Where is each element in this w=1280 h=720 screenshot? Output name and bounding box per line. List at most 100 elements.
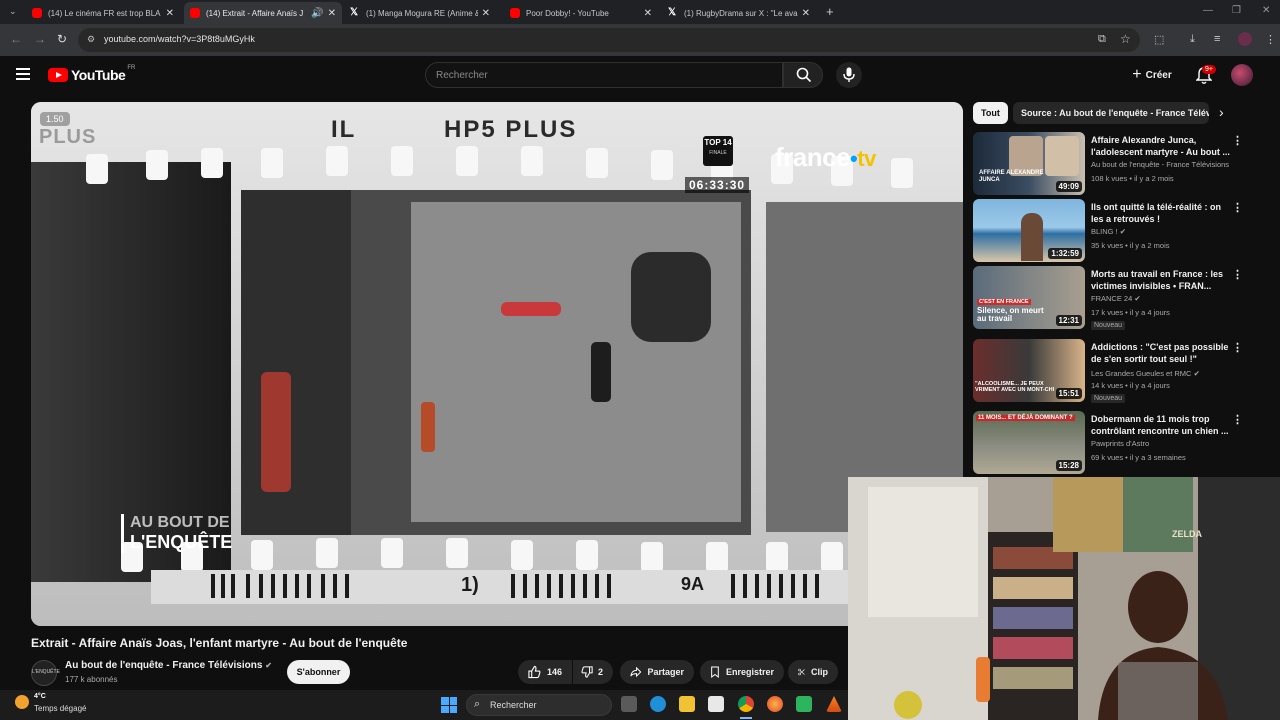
video-title[interactable]: Ils ont quitté la télé-réalité : on les … xyxy=(1091,201,1231,225)
channel-name-text[interactable]: Au bout de l'enquête - France Télévision… xyxy=(65,660,262,671)
video-title[interactable]: Addictions : "C'est pas possible de s'en… xyxy=(1091,341,1231,365)
bookmark-star-icon[interactable]: ☆ xyxy=(1120,32,1131,46)
tab-title: Poor Dobby! - YouTube xyxy=(526,8,609,18)
share-button[interactable]: Partager xyxy=(620,660,694,684)
taskbar-search-input[interactable]: ⌕ Rechercher xyxy=(466,694,612,716)
video-thumbnail[interactable]: "ALCOOLISME... JE PEUX VRIMENT AVEC UN M… xyxy=(973,339,1085,402)
browser-menu-icon[interactable]: ⋮ xyxy=(1265,33,1276,46)
search-input[interactable]: Rechercher xyxy=(425,62,783,88)
speaker-icon[interactable]: 🔊 xyxy=(311,8,323,19)
back-arrow-icon[interactable]: ← xyxy=(10,32,22,46)
more-options-icon[interactable]: ⋮ xyxy=(1232,201,1243,214)
browser-tab-2[interactable]: (14) Extrait - Affaire Anaïs J 🔊 ✕ xyxy=(184,2,342,24)
channel-name[interactable]: Pawprints d'Astro xyxy=(1091,439,1149,448)
close-icon[interactable]: ✕ xyxy=(482,8,490,19)
film-text: IL xyxy=(331,116,357,143)
video-thumbnail[interactable]: 1:32:59 xyxy=(973,199,1085,262)
video-meta: 35 k vues • il y a 2 mois xyxy=(1091,241,1170,250)
thumbs-down-icon xyxy=(581,666,593,678)
recommended-video[interactable]: C'EST EN FRANCE Silence, on meurt au tra… xyxy=(973,266,1273,332)
clip-button[interactable]: Clip xyxy=(788,660,838,684)
more-options-icon[interactable]: ⋮ xyxy=(1232,413,1243,426)
window-close-icon[interactable]: ✕ xyxy=(1262,5,1270,16)
edge-browser-icon[interactable] xyxy=(650,696,666,712)
firefox-icon[interactable] xyxy=(767,696,783,712)
hamburger-menu-icon[interactable] xyxy=(16,68,30,83)
dislike-button[interactable]: 2 xyxy=(573,660,613,684)
browser-tab-5[interactable]: 𝕏 (1) RugbyDrama sur X : "Le ava ✕ xyxy=(662,2,816,24)
tab-search-dropdown-icon[interactable]: ⌄ xyxy=(9,6,17,17)
create-button[interactable]: + Créer xyxy=(1124,62,1180,88)
chevron-right-icon[interactable]: › xyxy=(1219,104,1224,120)
store-icon[interactable] xyxy=(708,696,724,712)
extensions-icon[interactable]: ⬚ xyxy=(1154,33,1164,46)
channel-name[interactable]: BLING ! ✔ xyxy=(1091,227,1126,236)
channel-watermark: AU BOUT DE L'ENQUÊTE xyxy=(121,514,232,553)
channel-name[interactable]: Au bout de l'enquête - France Télévision… xyxy=(1091,160,1229,169)
channel-name-text[interactable]: Les Grandes Gueules et RMC xyxy=(1091,369,1191,378)
file-explorer-icon[interactable] xyxy=(679,696,695,712)
browser-tab-1[interactable]: (14) Le cinéma FR est trop BLA ✕ xyxy=(26,2,180,24)
chip-all[interactable]: Tout xyxy=(973,102,1008,124)
address-bar[interactable]: ⚙ youtube.com/watch?v=3P8t8uMGyHk ⧉ ☆ xyxy=(78,28,1140,52)
recommended-video[interactable]: "ALCOOLISME... JE PEUX VRIMENT AVEC UN M… xyxy=(973,339,1273,405)
voice-search-button[interactable] xyxy=(836,62,862,88)
search-button[interactable] xyxy=(783,62,823,88)
browser-tab-4[interactable]: Poor Dobby! - YouTube ✕ xyxy=(504,2,658,24)
account-avatar[interactable] xyxy=(1231,64,1253,86)
close-icon[interactable]: ✕ xyxy=(644,8,652,19)
chip-source[interactable]: Source : Au bout de l'enquête - France T… xyxy=(1013,102,1209,124)
subscribe-button[interactable]: S'abonner xyxy=(287,660,350,684)
webcam-overlay: ZELDA xyxy=(848,477,1280,720)
video-thumbnail[interactable]: C'EST EN FRANCE Silence, on meurt au tra… xyxy=(973,266,1085,329)
more-options-icon[interactable]: ⋮ xyxy=(1232,134,1243,147)
downloads-icon[interactable]: ⤓ xyxy=(1190,33,1195,46)
new-tab-button[interactable]: + xyxy=(826,4,834,19)
save-button[interactable]: Enregistrer xyxy=(700,660,784,684)
recommended-video[interactable]: AFFAIRE ALEXANDRE JUNCA 49:09 Affaire Al… xyxy=(973,132,1273,198)
reload-icon[interactable]: ↻ xyxy=(57,32,67,46)
install-app-icon[interactable]: ⧉ xyxy=(1098,33,1106,46)
video-thumbnail[interactable]: AFFAIRE ALEXANDRE JUNCA 49:09 xyxy=(973,132,1085,195)
channel-name[interactable]: Au bout de l'enquête - France Télévision… xyxy=(65,660,272,671)
windows-start-icon[interactable] xyxy=(441,697,457,713)
recommended-video[interactable]: 1:32:59 Ils ont quitté la télé-réalité :… xyxy=(973,199,1273,265)
channel-avatar[interactable]: L'ENQUÊTE xyxy=(31,660,60,686)
video-title[interactable]: Affaire Alexandre Junca, l'adolescent ma… xyxy=(1091,134,1231,158)
forward-arrow-icon[interactable]: → xyxy=(34,32,46,46)
film-code: 1) xyxy=(461,574,479,596)
channel-name[interactable]: FRANCE 24 ✔ xyxy=(1091,294,1141,303)
video-title[interactable]: Morts au travail en France : les victime… xyxy=(1091,268,1231,292)
url-text[interactable]: youtube.com/watch?v=3P8t8uMGyHk xyxy=(104,34,255,44)
minimize-icon[interactable]: — xyxy=(1203,5,1213,16)
video-player[interactable]: IL HP5 PLUS PLUS 1) 9A TOP 14 FINALE 06:… xyxy=(31,102,963,626)
maximize-icon[interactable]: ❐ xyxy=(1232,5,1241,16)
video-thumbnail[interactable]: 11 MOIS... ET DÉJÀ DOMINANT ? 15:28 xyxy=(973,411,1085,474)
browser-tab-3[interactable]: 𝕏 (1) Manga Mogura RE (Anime & ✕ xyxy=(344,2,496,24)
spotify-icon[interactable] xyxy=(796,696,812,712)
like-button[interactable]: 146 xyxy=(518,660,572,684)
close-icon[interactable]: ✕ xyxy=(328,8,336,19)
more-options-icon[interactable]: ⋮ xyxy=(1232,341,1243,354)
profile-avatar[interactable] xyxy=(1238,32,1252,46)
tab-groups-icon[interactable]: ≡ xyxy=(1214,33,1220,45)
weather-temperature[interactable]: 4°C xyxy=(34,693,46,700)
match-timer: 06:33:30 xyxy=(685,177,750,193)
recommended-video[interactable]: 11 MOIS... ET DÉJÀ DOMINANT ? 15:28 Dobe… xyxy=(973,411,1273,477)
close-icon[interactable]: ✕ xyxy=(166,8,174,19)
chrome-icon[interactable] xyxy=(738,696,754,712)
youtube-logo[interactable]: YouTube FR xyxy=(48,65,135,83)
video-title[interactable]: Dobermann de 11 mois trop contrôlant ren… xyxy=(1091,413,1231,437)
site-info-icon[interactable]: ⚙ xyxy=(87,34,95,45)
more-options-icon[interactable]: ⋮ xyxy=(1232,268,1243,281)
weather-description[interactable]: Temps dégagé xyxy=(34,704,86,713)
vlc-icon[interactable] xyxy=(826,696,842,712)
video-duration: 49:09 xyxy=(1055,181,1082,192)
channel-name-text[interactable]: BLING ! xyxy=(1091,227,1118,236)
channel-name[interactable]: Les Grandes Gueules et RMC ✔ xyxy=(1091,369,1200,378)
channel-name-text[interactable]: FRANCE 24 xyxy=(1091,294,1132,303)
task-view-icon[interactable] xyxy=(621,696,637,712)
film-text: HP5 PLUS xyxy=(444,116,578,143)
weather-sun-icon[interactable] xyxy=(15,695,29,709)
close-icon[interactable]: ✕ xyxy=(802,8,810,19)
